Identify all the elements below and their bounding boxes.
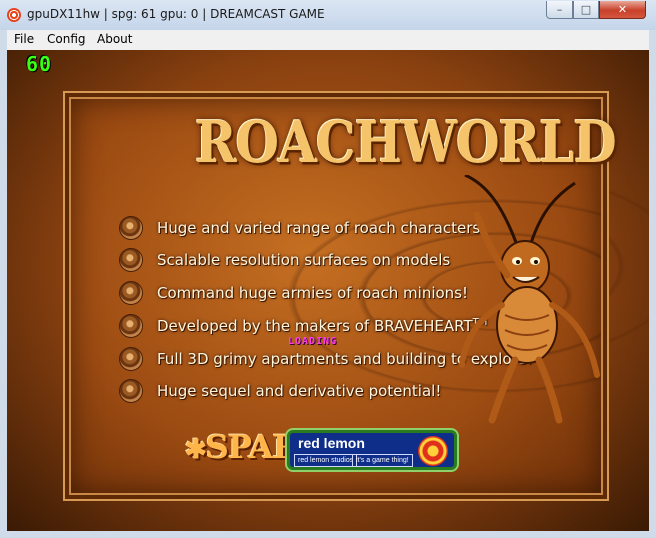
- menu-about[interactable]: About: [97, 32, 132, 46]
- menu-file[interactable]: File: [14, 32, 34, 46]
- window-frame-left: [0, 30, 7, 538]
- bullet-icon: [119, 248, 143, 272]
- feature-text: Command huge armies of roach minions!: [157, 284, 469, 302]
- bullet-icon: [119, 347, 143, 371]
- window-frame-right: [649, 30, 656, 538]
- spark-star-icon: ✱: [185, 435, 207, 465]
- roachworld-logo: ROACHWORLD: [195, 108, 617, 176]
- minimize-button[interactable]: –: [546, 1, 573, 19]
- red-lemon-logo: red lemon red lemon studios it's a game …: [287, 430, 457, 470]
- feature-item: Scalable resolution surfaces on models: [119, 247, 450, 273]
- roach-character: [459, 175, 600, 424]
- feature-text-main: Developed by the makers of BRAVEHEART: [157, 317, 473, 335]
- red-lemon-tagline: it's a game thing!: [352, 454, 413, 467]
- menu-bar: File Config About: [7, 30, 649, 51]
- bullet-icon: [119, 216, 143, 240]
- red-lemon-title: red lemon: [298, 435, 365, 451]
- game-viewport[interactable]: 60 ROACHWORLD Huge and varied range of r…: [7, 50, 649, 531]
- maximize-button[interactable]: □: [573, 1, 599, 19]
- fps-counter: 60: [26, 52, 53, 76]
- loading-indicator: LOADING: [288, 336, 338, 347]
- feature-item: Command huge armies of roach minions!: [119, 280, 468, 306]
- bullet-icon: [119, 281, 143, 305]
- close-button[interactable]: ✕: [599, 1, 646, 19]
- window-titlebar[interactable]: gpuDX11hw | spg: 61 gpu: 0 | DREAMCAST G…: [0, 0, 656, 31]
- menu-config[interactable]: Config: [47, 32, 86, 46]
- feature-text: Huge sequel and derivative potential!: [157, 382, 442, 400]
- bullet-icon: [119, 379, 143, 403]
- window-title: gpuDX11hw | spg: 61 gpu: 0 | DREAMCAST G…: [27, 7, 325, 21]
- feature-text: Scalable resolution surfaces on models: [157, 251, 451, 269]
- app-icon: [7, 8, 21, 22]
- feature-item: Huge and varied range of roach character…: [119, 215, 480, 241]
- bullet-icon: [119, 314, 143, 338]
- feature-item: Huge sequel and derivative potential!: [119, 378, 441, 404]
- red-lemon-emblem-icon: [418, 436, 448, 466]
- feature-text: Developed by the makers of BRAVEHEARTTM: [157, 317, 487, 335]
- red-lemon-studios: red lemon studios: [294, 454, 358, 467]
- feature-text: Huge and varied range of roach character…: [157, 219, 481, 237]
